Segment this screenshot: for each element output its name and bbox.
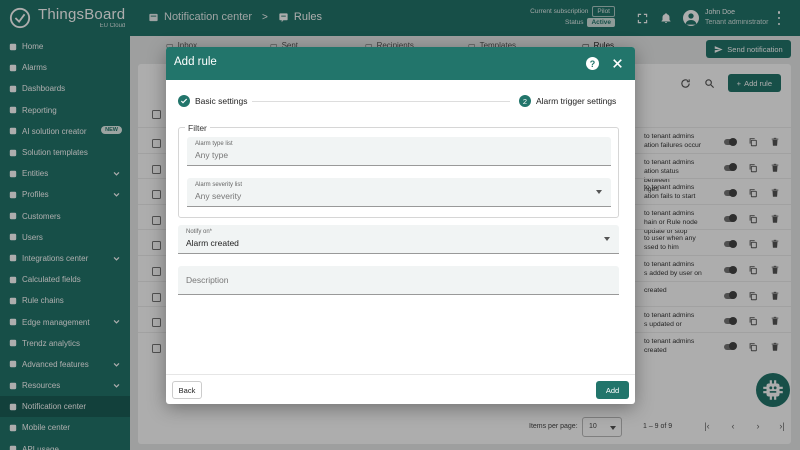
stepper: Basic settings 2 Alarm trigger settings	[166, 80, 635, 120]
alarm-severity-list-select[interactable]: Alarm severity list Any severity	[187, 178, 611, 207]
back-button[interactable]: Back	[172, 381, 202, 399]
filter-legend: Filter	[185, 124, 210, 133]
dialog-footer: Back Add	[166, 374, 635, 404]
stepper-connector	[252, 101, 510, 102]
description-input[interactable]: Description	[178, 266, 619, 295]
notify-on-select[interactable]: Notify on* Alarm created	[178, 225, 619, 254]
dialog-header: Add rule ?	[166, 47, 635, 80]
dropdown-arrow-icon	[596, 190, 602, 194]
dialog-title: Add rule	[174, 56, 217, 68]
step-number: 2	[519, 95, 531, 107]
alarm-type-list-input[interactable]: Alarm type list Any type	[187, 137, 611, 166]
filter-section: Filter Alarm type list Any type Alarm se…	[178, 124, 619, 218]
dropdown-arrow-icon	[604, 237, 610, 241]
step-basic-settings[interactable]: Basic settings	[178, 95, 247, 107]
step-alarm-trigger-settings[interactable]: 2 Alarm trigger settings	[519, 95, 616, 107]
help-icon[interactable]: ?	[586, 57, 599, 70]
check-icon	[178, 95, 190, 107]
close-icon[interactable]	[611, 57, 624, 70]
add-button[interactable]: Add	[596, 381, 629, 399]
add-rule-dialog: Add rule ? Basic settings 2 Alarm trigge…	[166, 47, 635, 404]
